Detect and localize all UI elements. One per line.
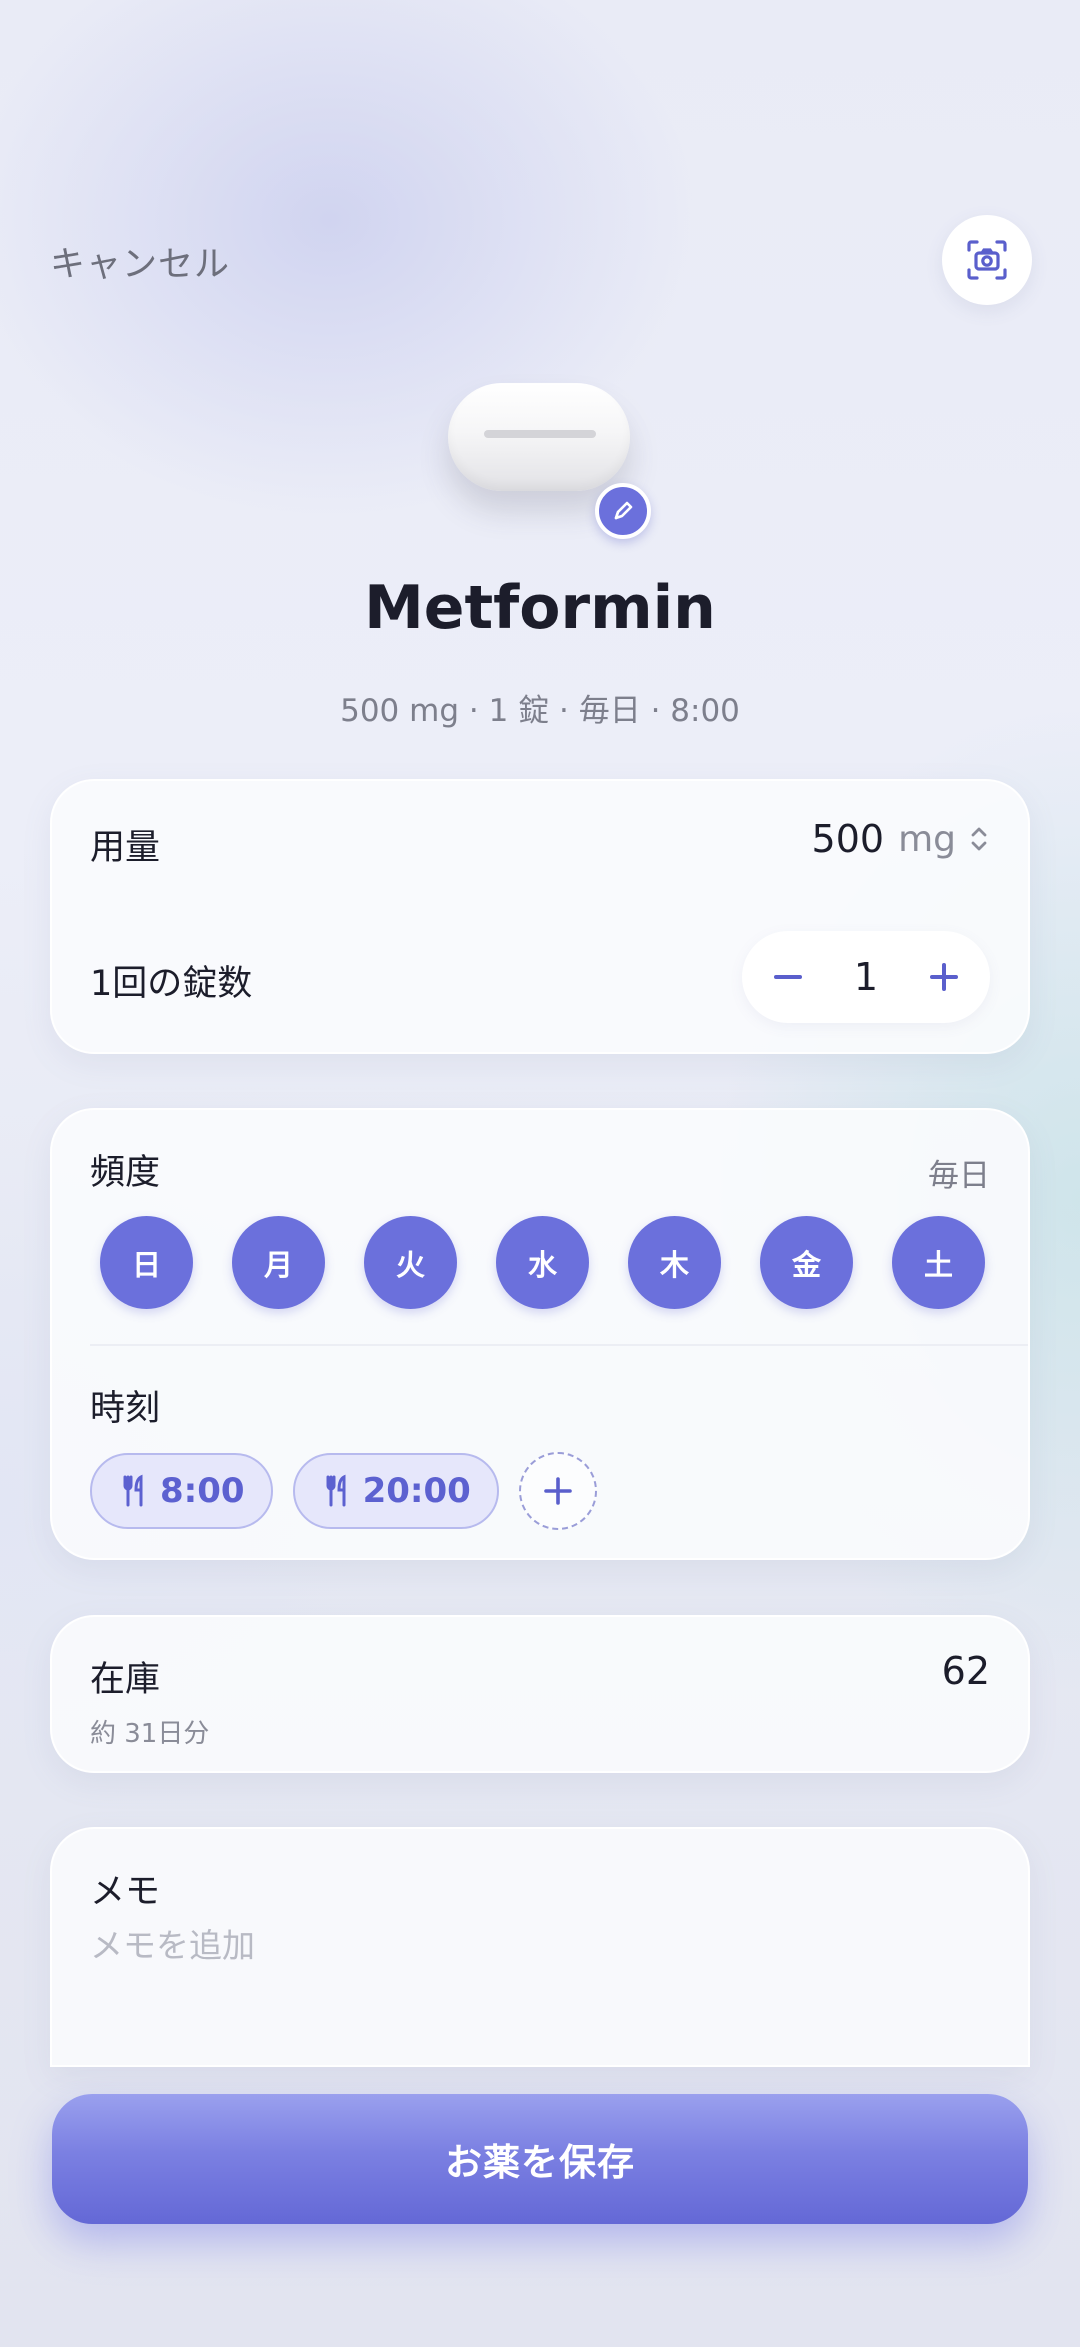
memo-card: メモ メモを追加 [50, 1827, 1030, 2067]
stock-card[interactable]: 在庫 62 約 31日分 [50, 1615, 1030, 1773]
times-label: 時刻 [90, 1389, 161, 1429]
weekday-selector: 日 月 火 水 木 金 土 [100, 1216, 985, 1309]
plus-icon [930, 963, 958, 991]
pill-image [448, 383, 630, 491]
camera-scan-icon [967, 240, 1007, 280]
frequency-card: 頻度 毎日 日 月 火 水 木 金 土 時刻 8:00 20:00 [50, 1108, 1030, 1560]
plus-icon [544, 1477, 572, 1505]
dose-value: 500 [811, 817, 885, 861]
frequency-value[interactable]: 毎日 [928, 1150, 990, 1195]
time-chip[interactable]: 20:00 [292, 1453, 499, 1529]
memo-label: メモ [90, 1872, 161, 1912]
cancel-button[interactable]: キャンセル [50, 236, 230, 287]
medication-summary: 500 mg · 1 錠 · 毎日 · 8:00 [340, 693, 740, 729]
camera-scan-button[interactable] [942, 215, 1032, 305]
save-medication-button[interactable]: お薬を保存 [52, 2094, 1028, 2224]
day-wednesday[interactable]: 水 [496, 1216, 589, 1309]
day-tuesday[interactable]: 火 [364, 1216, 457, 1309]
time-value: 8:00 [160, 1471, 245, 1511]
time-chips: 8:00 20:00 [90, 1452, 597, 1530]
dose-picker[interactable]: 500 mg [812, 817, 990, 861]
dose-card: 用量 500 mg 1回の錠数 1 [50, 779, 1030, 1054]
tablets-label: 1回の錠数 [90, 964, 253, 1004]
day-friday[interactable]: 金 [760, 1216, 853, 1309]
dose-unit: mg [898, 818, 956, 860]
memo-input[interactable]: メモを追加 [90, 1919, 970, 1967]
day-thursday[interactable]: 木 [628, 1216, 721, 1309]
pill-groove [484, 430, 596, 438]
edit-pill-button[interactable] [595, 483, 651, 539]
fork-knife-icon [326, 1474, 346, 1507]
increment-button[interactable] [924, 957, 964, 997]
time-chip[interactable]: 8:00 [90, 1453, 273, 1529]
stock-count: 62 [941, 1649, 990, 1693]
tablets-stepper: 1 [742, 931, 990, 1023]
chevron-up-down-icon [971, 827, 987, 851]
fork-knife-icon [123, 1474, 143, 1507]
divider [90, 1344, 1028, 1346]
time-value: 20:00 [362, 1471, 471, 1511]
day-saturday[interactable]: 土 [892, 1216, 985, 1309]
pencil-icon [614, 501, 633, 520]
tablets-value: 1 [853, 955, 879, 999]
day-monday[interactable]: 月 [232, 1216, 325, 1309]
stock-remaining-text: 約 31日分 [90, 1719, 210, 1749]
decrement-button[interactable] [768, 957, 808, 997]
minus-icon [774, 975, 802, 979]
stock-label: 在庫 [90, 1660, 161, 1700]
pill-illustration [448, 383, 651, 539]
frequency-label: 頻度 [90, 1153, 161, 1193]
medication-name: Metformin [364, 573, 716, 643]
day-sunday[interactable]: 日 [100, 1216, 193, 1309]
dose-label: 用量 [90, 828, 161, 868]
add-time-button[interactable] [518, 1452, 597, 1530]
